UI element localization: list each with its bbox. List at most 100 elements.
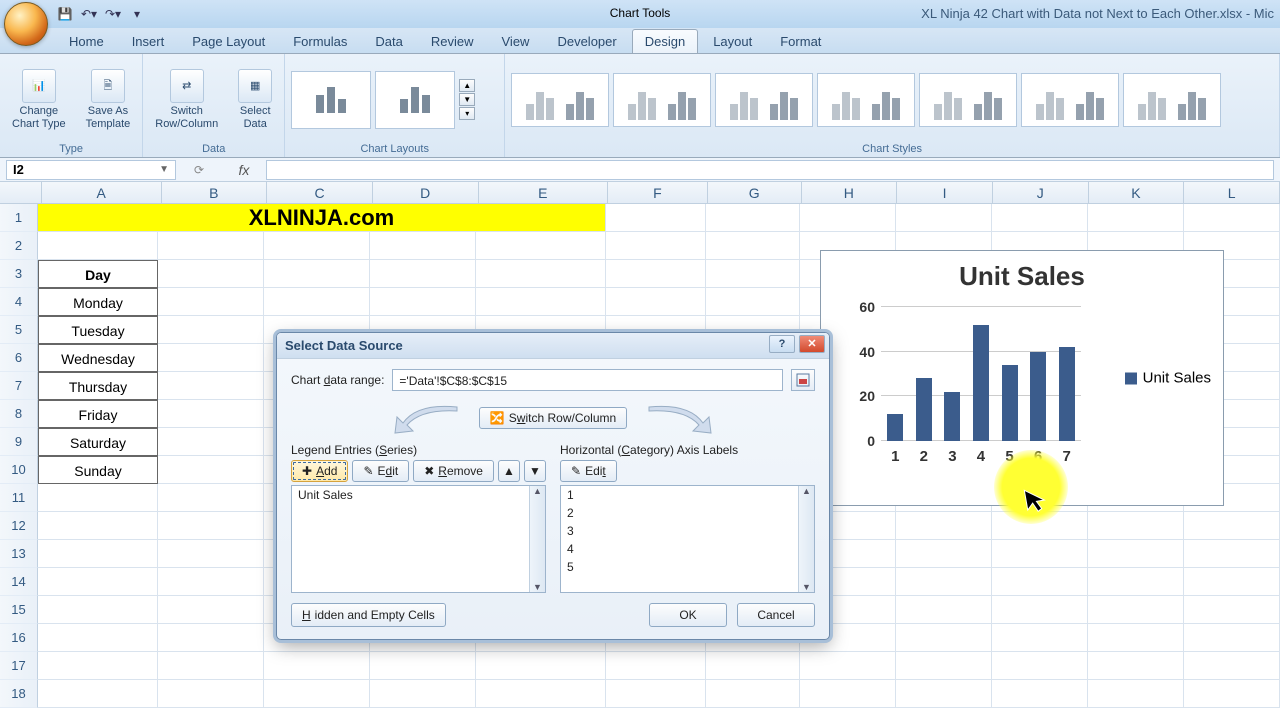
undo-icon[interactable]: ↶▾ [80, 5, 98, 23]
cell[interactable] [476, 652, 606, 680]
cell[interactable] [1184, 596, 1280, 624]
chart-style-thumb[interactable] [613, 73, 711, 127]
cell[interactable] [1088, 568, 1184, 596]
cell[interactable] [38, 512, 158, 540]
column-header[interactable]: G [708, 182, 802, 204]
tab-data[interactable]: Data [362, 29, 415, 53]
cell[interactable] [38, 652, 158, 680]
cell[interactable] [158, 288, 264, 316]
change-chart-type-button[interactable]: 📊 Change Chart Type [6, 67, 72, 131]
chart-style-thumb[interactable] [511, 73, 609, 127]
row-header[interactable]: 18 [0, 680, 38, 708]
cell[interactable] [264, 652, 370, 680]
column-header[interactable]: J [993, 182, 1089, 204]
row-header[interactable]: 16 [0, 624, 38, 652]
row-header[interactable]: 15 [0, 596, 38, 624]
row-header[interactable]: 2 [0, 232, 38, 260]
cell[interactable] [370, 288, 476, 316]
cell[interactable] [264, 288, 370, 316]
column-header[interactable]: K [1089, 182, 1185, 204]
cell[interactable] [370, 232, 476, 260]
cell[interactable] [896, 680, 992, 708]
cell[interactable] [38, 624, 158, 652]
cell[interactable] [264, 260, 370, 288]
row-header[interactable]: 9 [0, 428, 38, 456]
chart-bar[interactable] [916, 378, 932, 441]
cell[interactable]: Day [38, 260, 158, 288]
cell[interactable] [1088, 624, 1184, 652]
column-header[interactable]: E [479, 182, 609, 204]
cell[interactable] [706, 204, 800, 232]
cell[interactable] [158, 512, 264, 540]
cell[interactable] [158, 428, 264, 456]
chart-bar[interactable] [1059, 347, 1075, 441]
chart-bar[interactable] [887, 414, 903, 441]
cell[interactable] [1184, 652, 1280, 680]
remove-series-button[interactable]: ✖Remove [413, 460, 494, 482]
cell[interactable]: Sunday [38, 456, 158, 484]
cell[interactable] [1088, 512, 1184, 540]
cell[interactable]: Friday [38, 400, 158, 428]
chart-layout-thumb[interactable] [375, 71, 455, 129]
cell[interactable] [158, 372, 264, 400]
chart-style-thumb[interactable] [817, 73, 915, 127]
switch-row-column-button[interactable]: ⇄ Switch Row/Column [149, 67, 224, 131]
cell[interactable] [606, 260, 706, 288]
switch-row-column-dialog-button[interactable]: 🔀 Switch Row/Column [479, 407, 627, 429]
cell[interactable] [992, 568, 1088, 596]
chart-bar[interactable] [1002, 365, 1018, 441]
add-series-button[interactable]: ✚Add [291, 460, 348, 482]
row-header[interactable]: 8 [0, 400, 38, 428]
cell[interactable] [38, 540, 158, 568]
cell[interactable] [606, 232, 706, 260]
save-icon[interactable]: 💾 [56, 5, 74, 23]
cell[interactable] [158, 344, 264, 372]
cell[interactable] [370, 652, 476, 680]
cell[interactable] [158, 568, 264, 596]
cell[interactable] [606, 288, 706, 316]
close-button[interactable]: ✕ [799, 335, 825, 353]
cell[interactable] [800, 204, 896, 232]
chevron-down-icon[interactable]: ▼ [159, 164, 169, 175]
name-box[interactable]: I2 ▼ [6, 160, 176, 180]
move-up-button[interactable]: ▲ [498, 460, 520, 482]
cell[interactable] [158, 680, 264, 708]
column-header[interactable]: I [897, 182, 993, 204]
column-header[interactable]: L [1184, 182, 1280, 204]
tab-format[interactable]: Format [767, 29, 834, 53]
row-header[interactable]: 4 [0, 288, 38, 316]
redo-icon[interactable]: ↷▾ [104, 5, 122, 23]
tab-design[interactable]: Design [632, 29, 698, 53]
cell[interactable] [706, 288, 800, 316]
cell[interactable] [992, 204, 1088, 232]
tab-home[interactable]: Home [56, 29, 117, 53]
cell[interactable] [476, 232, 606, 260]
cell[interactable] [158, 260, 264, 288]
row-header[interactable]: 17 [0, 652, 38, 680]
chart-style-thumb[interactable] [1021, 73, 1119, 127]
dialog-titlebar[interactable]: Select Data Source ? ✕ [277, 333, 829, 359]
cell[interactable] [158, 232, 264, 260]
cell[interactable] [896, 204, 992, 232]
cell[interactable] [800, 652, 896, 680]
tab-view[interactable]: View [489, 29, 543, 53]
cell[interactable] [1088, 596, 1184, 624]
cell[interactable] [38, 568, 158, 596]
column-header[interactable]: B [162, 182, 268, 204]
cell[interactable] [158, 484, 264, 512]
fx-icon[interactable]: fx [222, 162, 266, 178]
office-button[interactable] [4, 2, 48, 46]
cell[interactable] [992, 652, 1088, 680]
cell[interactable] [992, 680, 1088, 708]
chart-legend[interactable]: Unit Sales [1125, 370, 1211, 387]
cell[interactable] [476, 288, 606, 316]
cell[interactable] [370, 680, 476, 708]
list-item[interactable]: Unit Sales [292, 486, 545, 504]
cell[interactable] [1088, 204, 1184, 232]
chart-bar[interactable] [973, 325, 989, 441]
chart-data-range-input[interactable]: ='Data'!$C$8:$C$15 [392, 369, 783, 391]
row-header[interactable]: 3 [0, 260, 38, 288]
select-all-corner[interactable] [0, 182, 42, 204]
list-item[interactable]: 4 [561, 540, 814, 558]
cell[interactable] [1088, 540, 1184, 568]
